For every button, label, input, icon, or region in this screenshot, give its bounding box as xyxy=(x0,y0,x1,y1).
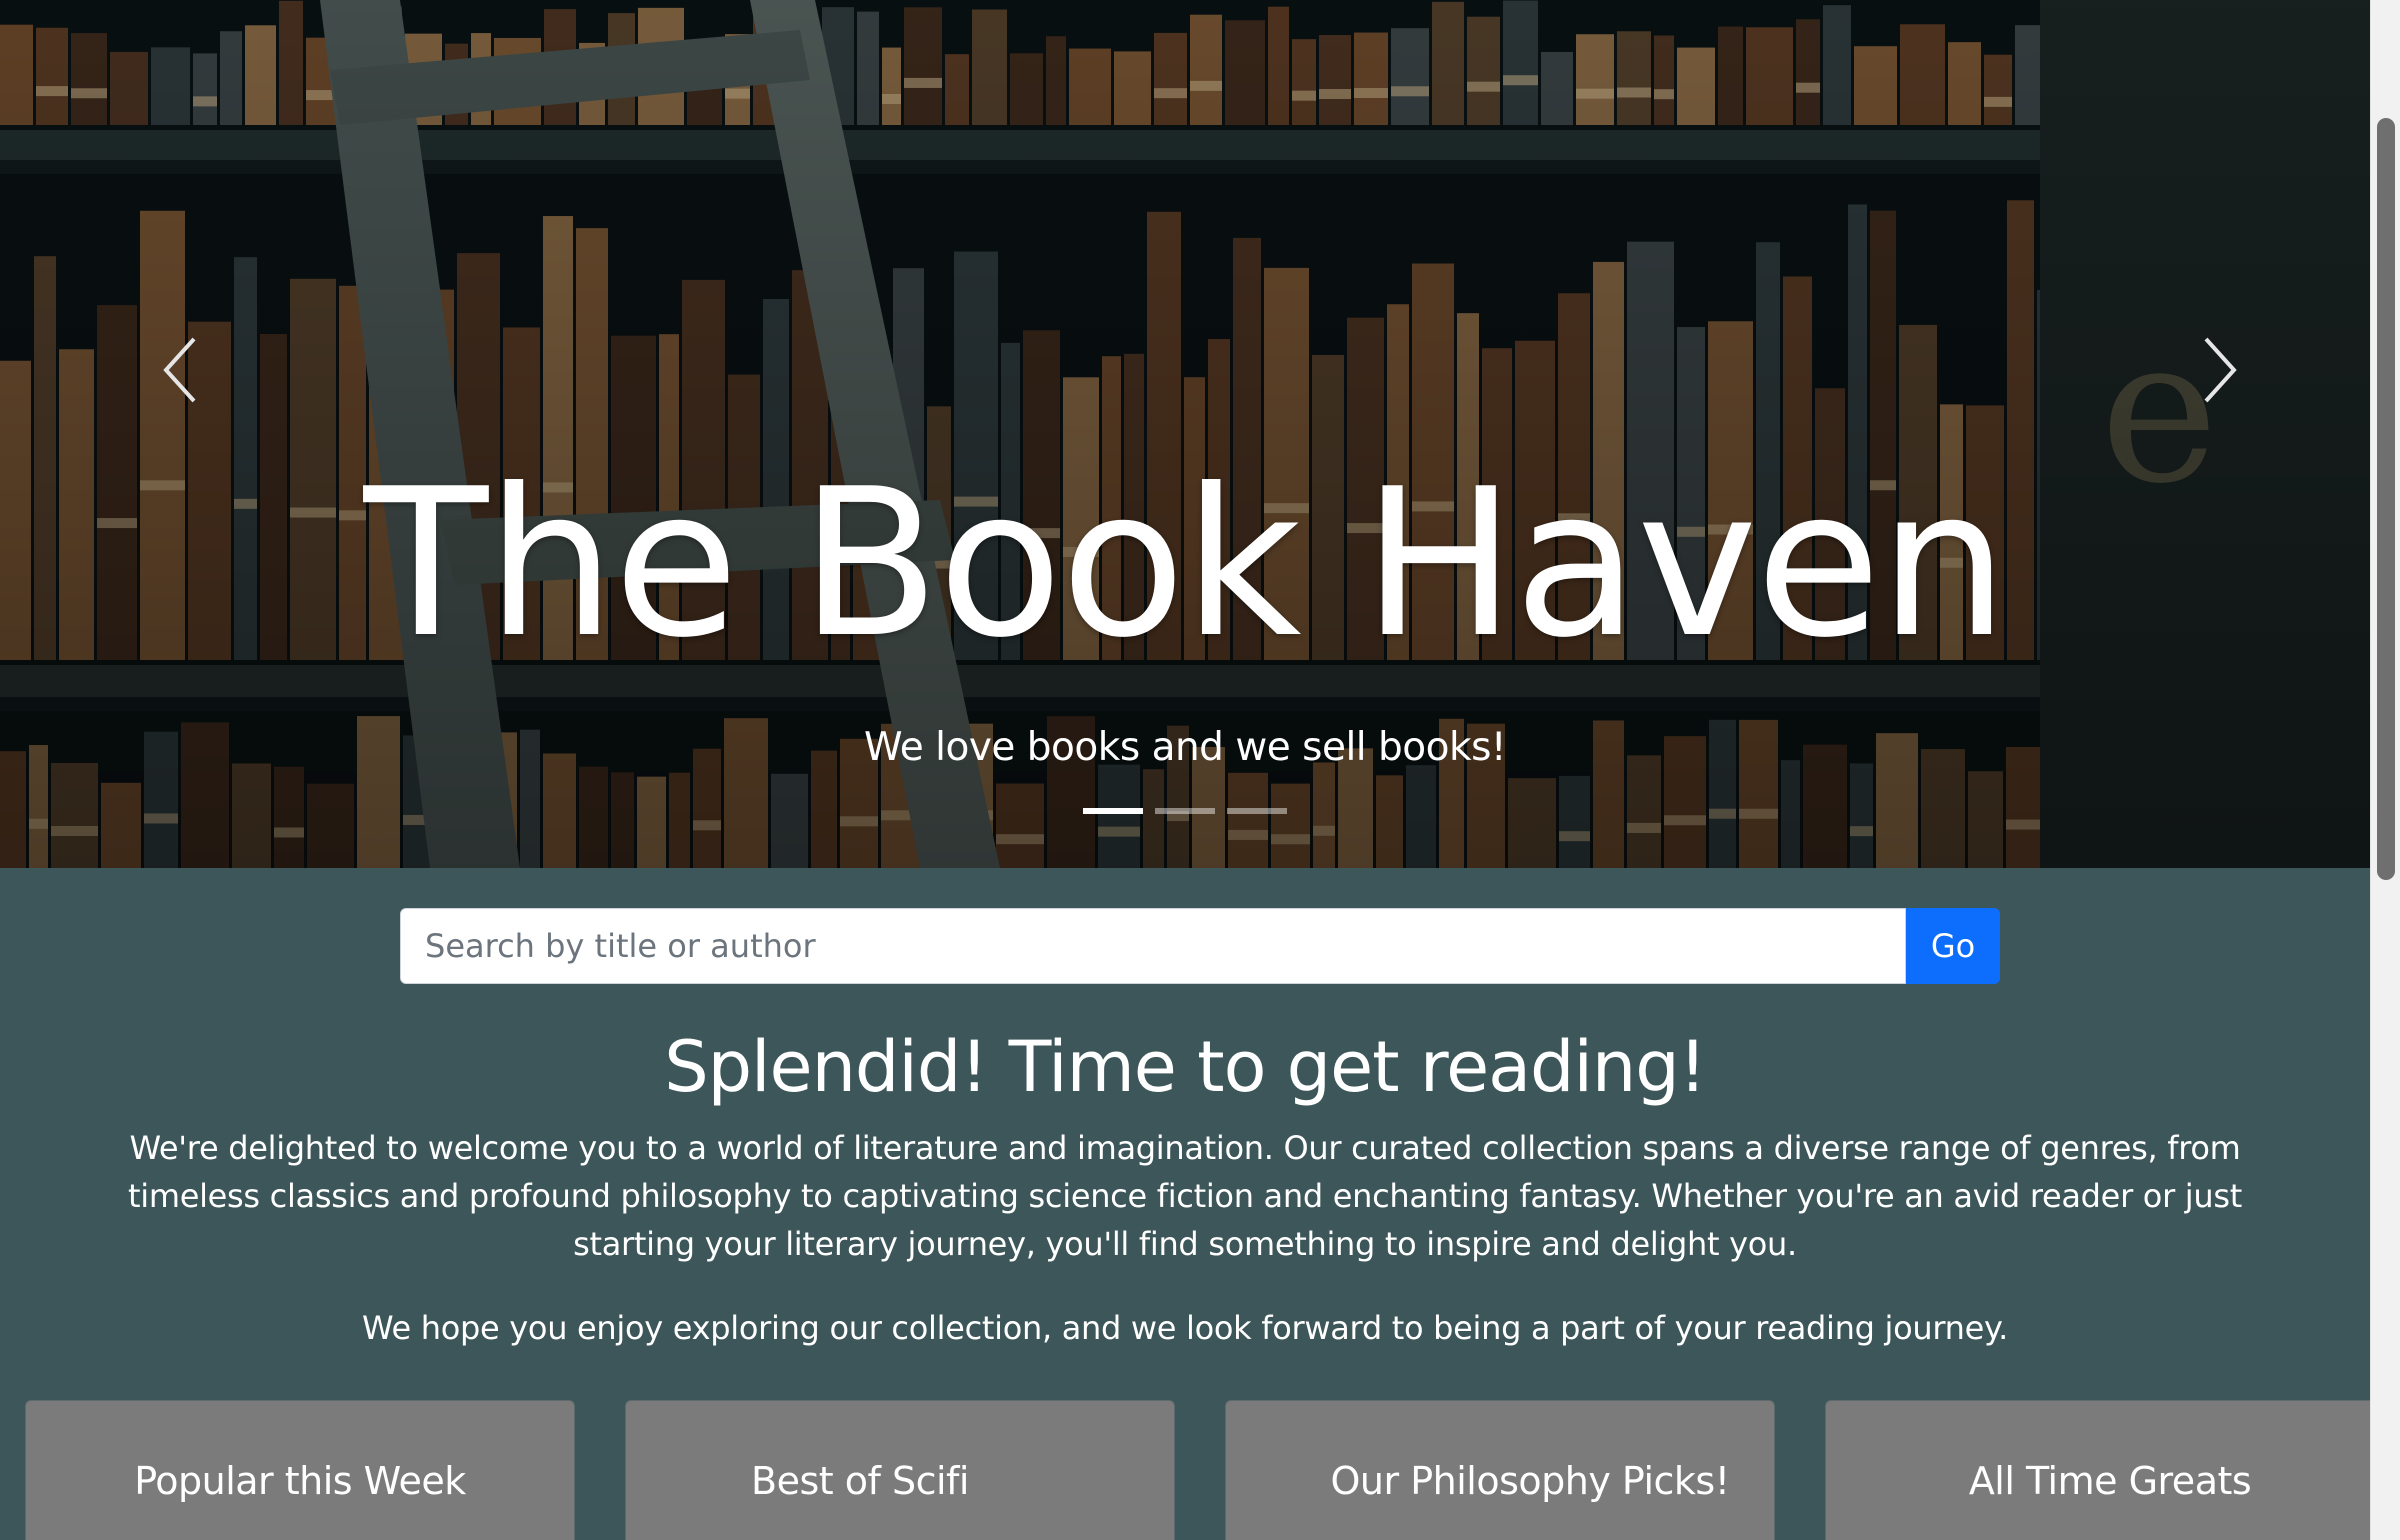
category-card-title: Best of Scifi xyxy=(751,1459,969,1503)
search-form: Go xyxy=(400,908,2000,984)
category-card-title: Popular this Week xyxy=(134,1459,466,1503)
category-card-all-time-greats[interactable]: All Time Greats xyxy=(1825,1400,2370,1540)
search-input[interactable] xyxy=(400,908,1906,984)
carousel-indicator-1[interactable] xyxy=(1083,808,1143,814)
scrollbar-thumb[interactable] xyxy=(2377,118,2395,880)
chevron-right-icon xyxy=(2204,337,2237,403)
search-go-button[interactable]: Go xyxy=(1906,908,2000,984)
carousel-indicator-2[interactable] xyxy=(1155,808,1215,814)
category-card-philosophy[interactable]: Our Philosophy Picks! xyxy=(1225,1400,1775,1540)
carousel-prev-button[interactable] xyxy=(140,320,220,420)
category-card-scifi[interactable]: Best of Scifi xyxy=(625,1400,1175,1540)
category-card-title: All Time Greats xyxy=(1968,1459,2252,1503)
hero-title: The Book Haven xyxy=(363,446,2009,683)
welcome-heading: Splendid! Time to get reading! xyxy=(664,1026,1707,1108)
category-card-popular[interactable]: Popular this Week xyxy=(25,1400,575,1540)
category-card-title: Our Philosophy Picks! xyxy=(1330,1459,1730,1503)
carousel-indicators xyxy=(0,808,2370,814)
welcome-paragraph: We're delighted to welcome you to a worl… xyxy=(127,1129,2242,1263)
hero-caption: We love books and we sell books! xyxy=(863,725,1507,770)
page-scrollbar[interactable] xyxy=(2370,0,2400,1540)
chevron-left-icon xyxy=(163,337,196,403)
category-cards: Popular this Week Best of Scifi Our Phil… xyxy=(0,1400,2370,1540)
carousel-indicator-3[interactable] xyxy=(1227,808,1287,814)
carousel-next-button[interactable] xyxy=(2180,320,2260,420)
hero-carousel: e The Book Haven We love books and we se… xyxy=(0,0,2370,868)
welcome-closing-paragraph: We hope you enjoy exploring our collecti… xyxy=(362,1309,2008,1347)
page: e The Book Haven We love books and we se… xyxy=(0,0,2370,1540)
